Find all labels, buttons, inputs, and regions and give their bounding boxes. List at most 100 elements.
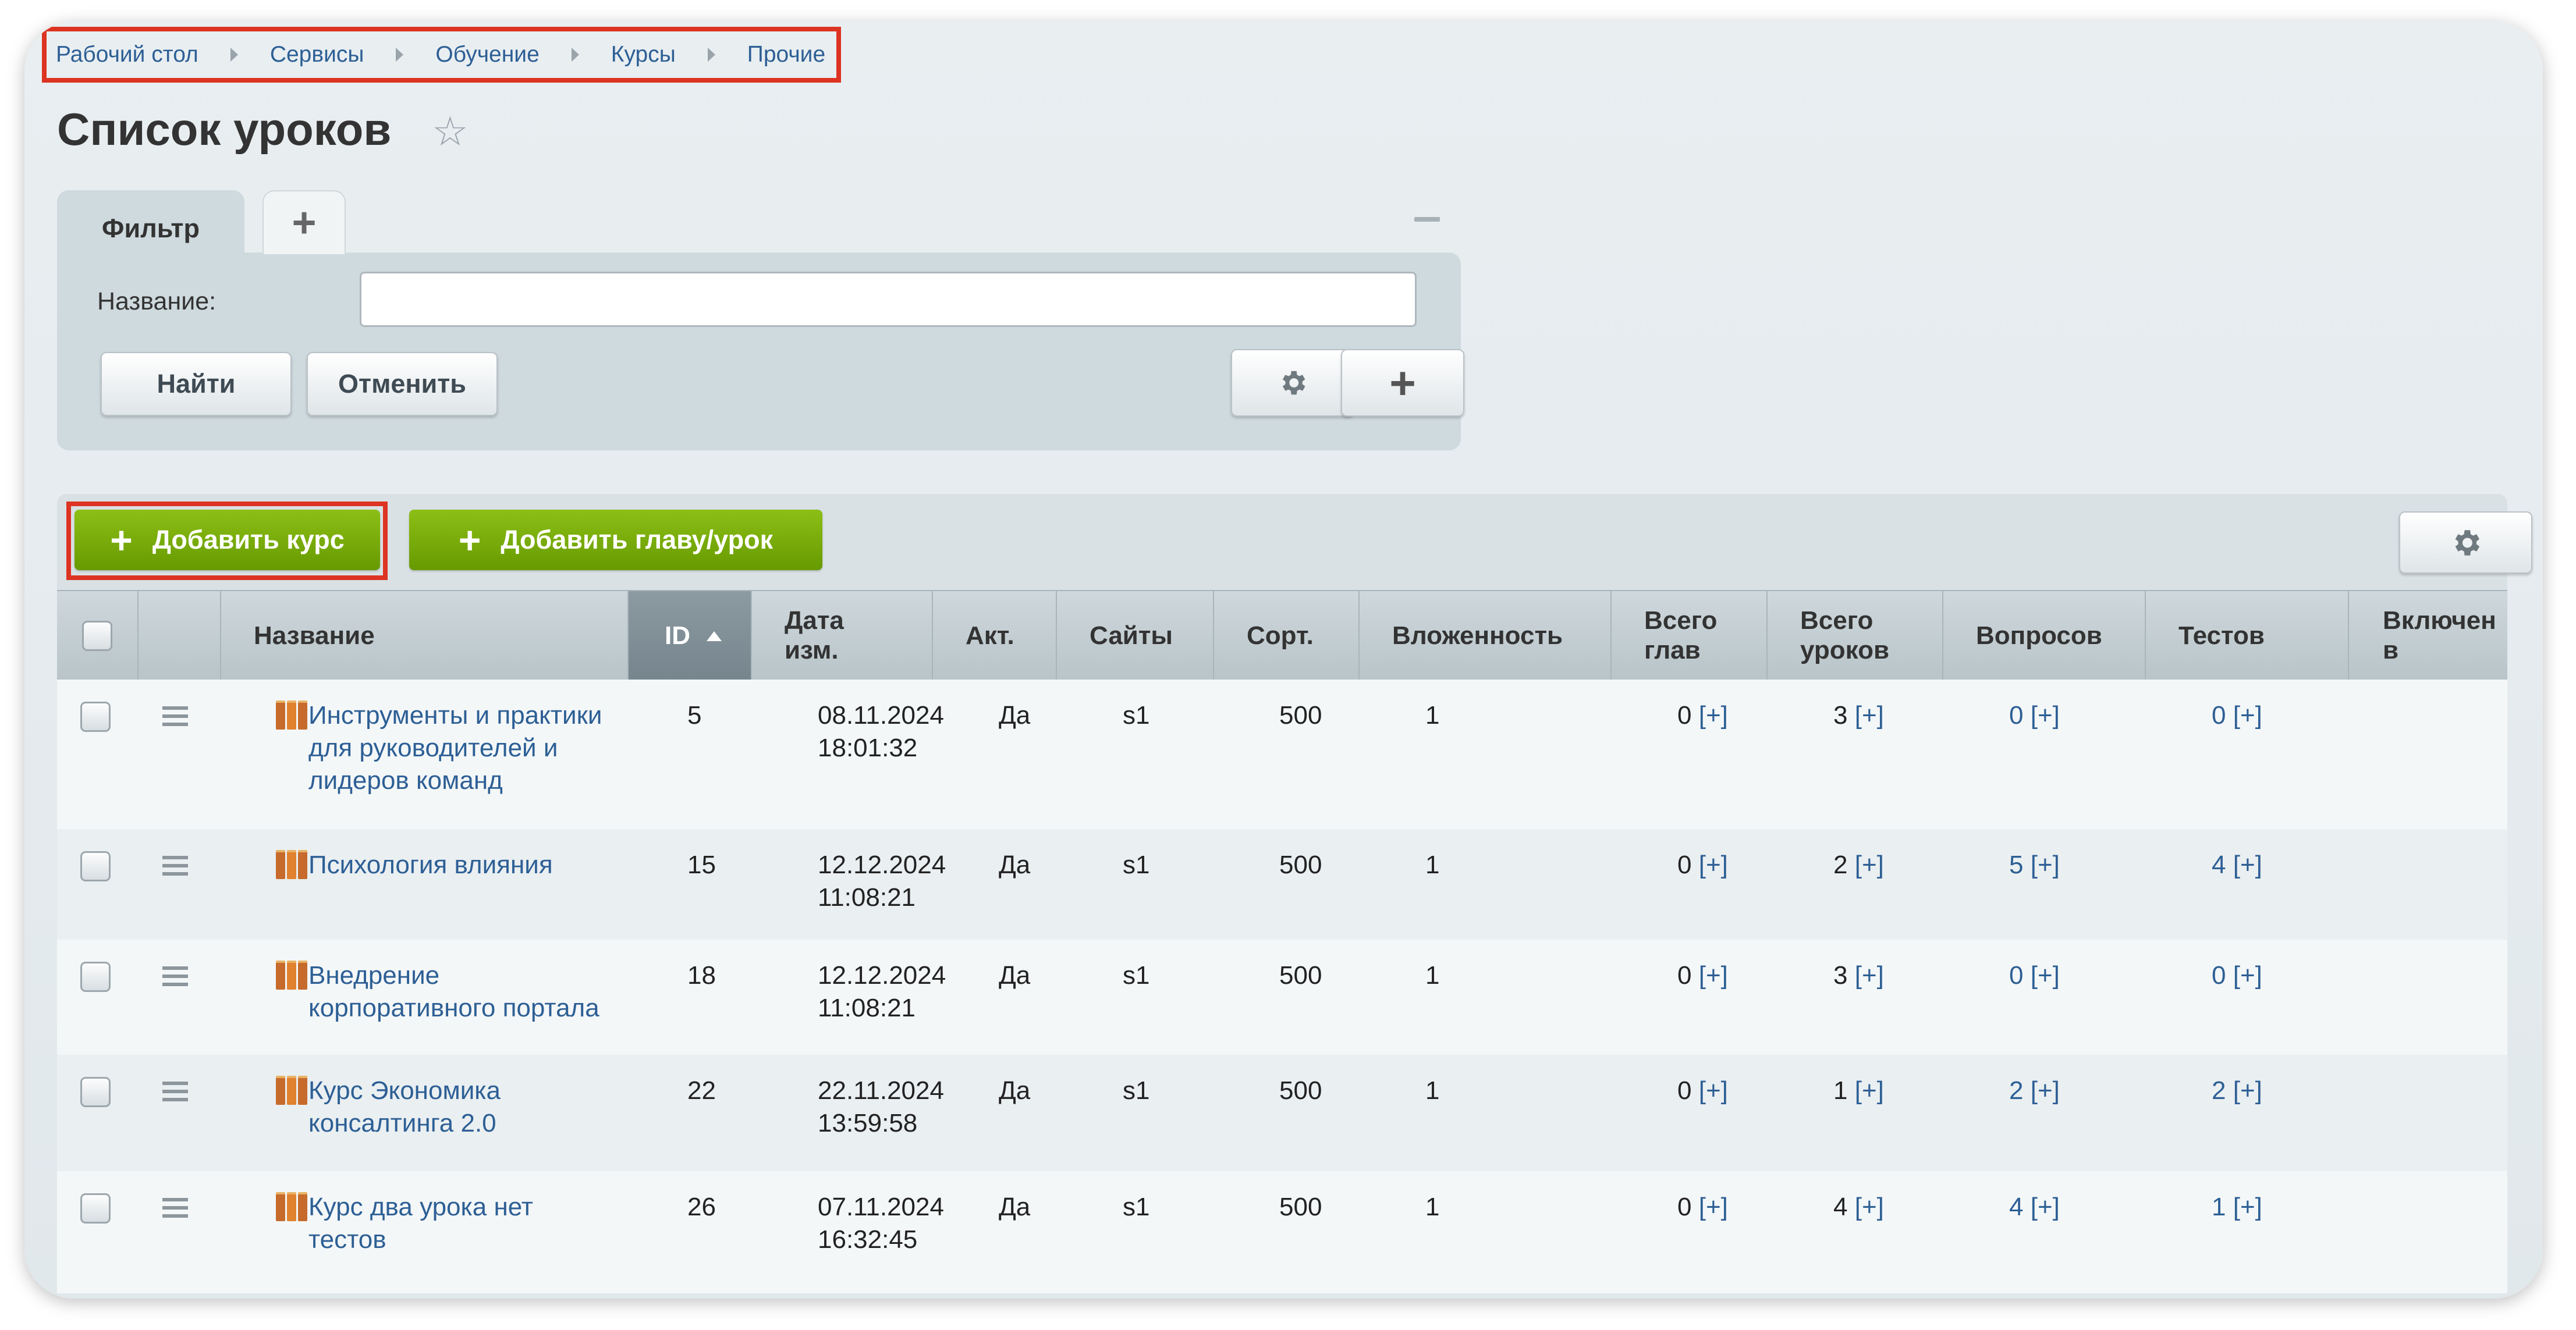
cell-chapters-add-link[interactable]: [+] xyxy=(1699,961,1728,990)
cell-lessons-add-link[interactable]: [+] xyxy=(1855,701,1884,730)
breadcrumb-item-learning[interactable]: Обучение xyxy=(435,42,539,67)
table-row[interactable]: Внедрение корпоративного портала 18 12.12.2… xyxy=(57,940,2507,1055)
header-included[interactable]: Включен в xyxy=(2349,591,2507,681)
header-sort[interactable]: Сорт. xyxy=(1214,591,1360,681)
row-menu-icon[interactable] xyxy=(162,1082,188,1106)
course-name-link[interactable]: Внедрение корпоративного портала xyxy=(308,959,663,1025)
breadcrumb-item-courses[interactable]: Курсы xyxy=(611,42,676,67)
cell-date: 12.12.2024 11:08:21 xyxy=(818,959,946,1025)
header-id[interactable]: ID xyxy=(629,591,752,681)
cell-tests-add-link[interactable]: [+] xyxy=(2233,701,2262,730)
table-row[interactable]: Психология влияния 15 12.12.2024 11:08:21 Да… xyxy=(57,829,2507,940)
row-checkbox[interactable] xyxy=(80,962,111,992)
add-chapter-lesson-button[interactable]: + Добавить главу/урок xyxy=(409,510,822,570)
row-checkbox[interactable] xyxy=(80,702,111,732)
cell-questions-add-link[interactable]: [+] xyxy=(2031,1076,2060,1105)
cell-nesting: 1 xyxy=(1425,961,1440,990)
header-date[interactable]: Дата изм. xyxy=(752,591,933,681)
row-checkbox[interactable] xyxy=(80,1077,111,1107)
header-lessons[interactable]: Всего уроков xyxy=(1768,591,1943,681)
collapse-filter-icon[interactable] xyxy=(1414,217,1440,222)
course-name-link[interactable]: Психология влияния xyxy=(308,849,663,881)
row-menu-icon[interactable] xyxy=(162,1198,188,1222)
cell-chapters: 0 [+] xyxy=(1677,959,1728,992)
find-button[interactable]: Найти xyxy=(101,352,292,416)
header-name[interactable]: Название xyxy=(221,591,629,681)
cell-chapters-value: 0 xyxy=(1677,961,1692,990)
cancel-button[interactable]: Отменить xyxy=(307,352,498,416)
cell-chapters: 0 [+] xyxy=(1677,1075,1728,1107)
cell-tests-add-link[interactable]: [+] xyxy=(2233,1076,2262,1105)
row-checkbox[interactable] xyxy=(80,851,111,881)
cell-lessons-add-link[interactable]: [+] xyxy=(1855,1193,1884,1221)
course-name-line: корпоративного портала xyxy=(308,994,599,1022)
row-menu-icon[interactable] xyxy=(162,966,188,991)
filter-name-input[interactable] xyxy=(360,272,1417,327)
cell-lessons-add-link[interactable]: [+] xyxy=(1855,851,1884,879)
chevron-right-icon xyxy=(230,48,238,62)
table-row[interactable]: Курс Экономика консалтинга 2.0 22 22.11.202… xyxy=(57,1055,2507,1171)
cell-tests-value[interactable]: 0 xyxy=(2212,961,2226,990)
cell-lessons-add-link[interactable]: [+] xyxy=(1855,1076,1884,1105)
cell-chapters-add-link[interactable]: [+] xyxy=(1699,851,1728,879)
breadcrumb-item-desktop[interactable]: Рабочий стол xyxy=(56,42,198,67)
header-active[interactable]: Акт. xyxy=(933,591,1057,681)
cell-nesting: 1 xyxy=(1425,701,1440,730)
course-name-link[interactable]: Курс Экономика консалтинга 2.0 xyxy=(308,1075,663,1140)
cell-questions: 5 [+] xyxy=(2009,849,2060,881)
cell-lessons-add-link[interactable]: [+] xyxy=(1855,961,1884,990)
cell-questions-value[interactable]: 2 xyxy=(2009,1076,2023,1105)
breadcrumb-item-other[interactable]: Прочие xyxy=(747,42,825,67)
cell-chapters-add-link[interactable]: [+] xyxy=(1699,1193,1728,1221)
cell-tests-value[interactable]: 2 xyxy=(2212,1076,2226,1105)
cell-chapters-add-link[interactable]: [+] xyxy=(1699,1076,1728,1105)
cell-questions-add-link[interactable]: [+] xyxy=(2031,961,2060,990)
breadcrumb-item-services[interactable]: Сервисы xyxy=(270,42,364,67)
cell-questions-value[interactable]: 0 xyxy=(2009,701,2023,730)
gear-icon xyxy=(1282,371,1305,395)
cell-site: s1 xyxy=(1123,1193,1150,1221)
course-name-link[interactable]: Курс два урока нет тестов xyxy=(308,1191,663,1256)
header-tests[interactable]: Тестов xyxy=(2146,591,2349,681)
cell-chapters-add-link[interactable]: [+] xyxy=(1699,701,1728,730)
cell-tests-value[interactable]: 4 xyxy=(2212,851,2226,879)
cell-questions-value[interactable]: 5 xyxy=(2009,851,2023,879)
table-row[interactable]: Инструменты и практики для руководителей … xyxy=(57,680,2507,829)
row-menu-icon[interactable] xyxy=(162,856,188,880)
cell-id: 18 xyxy=(687,961,716,990)
filter-settings-button[interactable] xyxy=(1231,349,1354,417)
header-questions[interactable]: Вопросов xyxy=(1943,591,2146,681)
cell-active: Да xyxy=(999,961,1031,990)
cell-tests-add-link[interactable]: [+] xyxy=(2233,961,2262,990)
cell-date-day: 08.11.2024 xyxy=(818,701,944,730)
cell-tests-add-link[interactable]: [+] xyxy=(2233,851,2262,879)
cell-date-time: 11:08:21 xyxy=(818,994,916,1022)
header-nesting[interactable]: Вложенность xyxy=(1360,591,1612,681)
header-chapters[interactable]: Всего глав xyxy=(1612,591,1768,681)
select-all-checkbox[interactable] xyxy=(82,621,112,651)
add-filter-field-button[interactable]: + xyxy=(1341,349,1464,417)
cell-questions-add-link[interactable]: [+] xyxy=(2031,1193,2060,1221)
cell-questions-add-link[interactable]: [+] xyxy=(2031,701,2060,730)
cell-tests-add-link[interactable]: [+] xyxy=(2233,1193,2262,1221)
add-course-button[interactable]: + Добавить курс xyxy=(74,510,380,570)
cell-questions-value[interactable]: 0 xyxy=(2009,961,2023,990)
cell-questions-add-link[interactable]: [+] xyxy=(2031,851,2060,879)
cell-tests-value[interactable]: 1 xyxy=(2212,1193,2226,1221)
list-settings-button[interactable] xyxy=(2399,511,2532,574)
cell-questions-value[interactable]: 4 xyxy=(2009,1193,2023,1221)
row-checkbox[interactable] xyxy=(80,1193,111,1224)
header-chapters-label: Всего глав xyxy=(1644,606,1718,664)
star-icon[interactable]: ☆ xyxy=(432,108,469,155)
table-row[interactable]: Курс два урока нет тестов 26 07.11.2024 16:3… xyxy=(57,1171,2507,1293)
cell-lessons-value: 3 xyxy=(1833,961,1848,990)
tab-filter[interactable]: Фильтр xyxy=(57,190,244,276)
course-name-link[interactable]: Инструменты и практики для руководителей … xyxy=(308,699,663,797)
cell-tests-value[interactable]: 0 xyxy=(2212,701,2226,730)
add-chapter-label: Добавить главу/урок xyxy=(501,525,773,554)
add-filter-tab-button[interactable]: + xyxy=(262,190,346,254)
course-book-icon xyxy=(276,1076,307,1105)
header-sites[interactable]: Сайты xyxy=(1057,591,1214,681)
cell-chapters: 0 [+] xyxy=(1677,699,1728,732)
row-menu-icon[interactable] xyxy=(162,706,188,731)
